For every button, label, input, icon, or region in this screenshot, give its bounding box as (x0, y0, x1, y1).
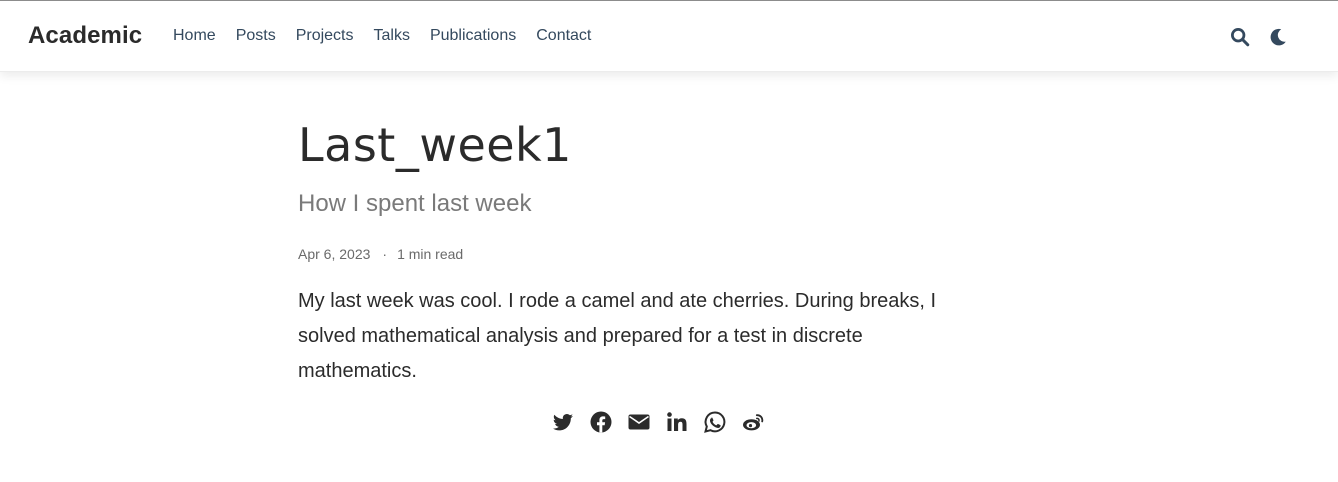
email-icon[interactable] (627, 410, 651, 434)
facebook-icon[interactable] (589, 410, 613, 434)
nav-item-talks[interactable]: Talks (364, 26, 420, 46)
meta-separator: · (382, 246, 388, 262)
page-subtitle: How I spent last week (298, 190, 532, 217)
linkedin-icon[interactable] (665, 410, 689, 434)
moon-icon[interactable] (1267, 26, 1289, 48)
nav-item-publications[interactable]: Publications (420, 26, 526, 46)
search-icon[interactable] (1229, 26, 1251, 48)
nav-item-home[interactable]: Home (163, 26, 226, 46)
article: Last_week1 How I spent last week Apr 6, … (298, 116, 998, 389)
article-body: My last week was cool. I rode a camel an… (298, 290, 937, 382)
article-date: Apr 6, 2023 (298, 246, 371, 262)
page-title: Last_week1 (298, 118, 572, 172)
top-navbar: Academic Home Posts Projects Talks Publi… (0, 1, 1338, 72)
nav-item-projects[interactable]: Projects (286, 26, 364, 46)
nav-tools (1229, 26, 1289, 48)
main-nav: Home Posts Projects Talks Publications C… (163, 26, 601, 46)
reading-time: 1 min read (397, 246, 464, 262)
whatsapp-icon[interactable] (703, 410, 727, 434)
nav-item-contact[interactable]: Contact (526, 26, 601, 46)
article-metadata: Apr 6, 2023 · 1 min read (298, 246, 998, 262)
nav-item-posts[interactable]: Posts (226, 26, 286, 46)
site-brand[interactable]: Academic (28, 22, 142, 50)
weibo-icon[interactable] (741, 410, 765, 434)
twitter-icon[interactable] (551, 410, 575, 434)
share-bar (551, 410, 765, 434)
